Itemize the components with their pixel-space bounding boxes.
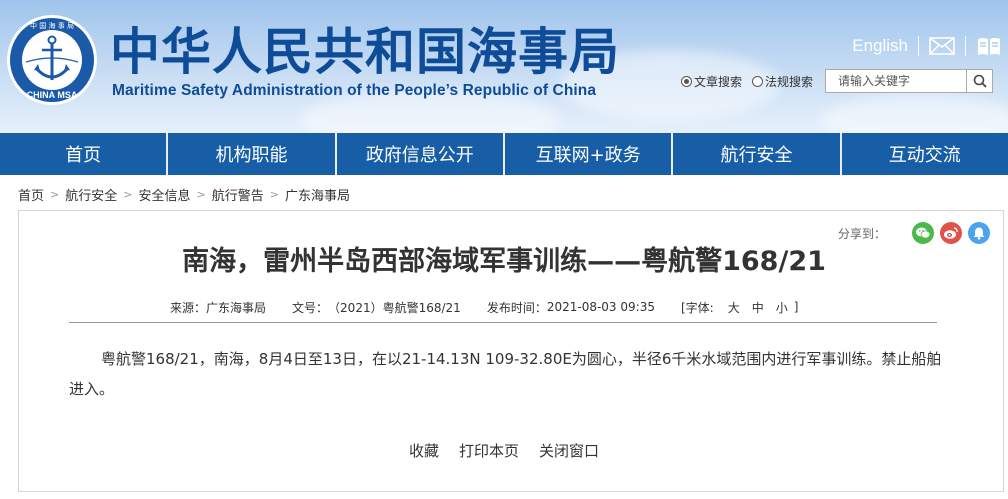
chevron-right-icon: > xyxy=(196,187,206,201)
top-links: English xyxy=(852,34,1002,58)
source-label: 来源： xyxy=(170,300,207,315)
breadcrumb-home[interactable]: 首页 xyxy=(18,185,44,204)
article-meta: 来源： 广东海事局 文号： （2021）粤航警168/21 发布时间： 2021… xyxy=(170,299,798,315)
breadcrumb-safety-info[interactable]: 安全信息 xyxy=(138,185,190,204)
chevron-right-icon: > xyxy=(50,187,60,201)
breadcrumb-guangdong-msa[interactable]: 广东海事局 xyxy=(285,185,350,204)
weibo-icon xyxy=(944,227,958,239)
close-window-link[interactable]: 关闭窗口 xyxy=(539,440,599,461)
radio-label: 法规搜索 xyxy=(765,74,814,89)
main-nav: 首页 机构职能 政府信息公开 互联网+政务 航行安全 互动交流 xyxy=(0,133,1008,175)
radio-dot[interactable] xyxy=(752,75,764,87)
wechat-icon xyxy=(916,227,931,239)
bell-icon xyxy=(973,227,985,240)
doc-number-value: （2021）粤航警168/21 xyxy=(328,300,461,315)
radio-article-search[interactable]: 文章搜索 xyxy=(681,73,742,90)
search-input[interactable] xyxy=(825,69,968,93)
nav-item-navigation-safety[interactable]: 航行安全 xyxy=(673,133,842,175)
divider xyxy=(69,322,937,323)
publish-time-value: 2021-08-03 09:35 xyxy=(546,300,655,314)
nav-item-internet-gov[interactable]: 互联网+政务 xyxy=(505,133,674,175)
favorite-link[interactable]: 收藏 xyxy=(409,440,439,461)
divider xyxy=(918,36,919,56)
site-header: 中 国 海 事 局 CHINA MSA 中华人民共和国海事局 Maritime … xyxy=(0,0,1008,133)
chevron-right-icon: > xyxy=(123,187,133,201)
source-value: 广东海事局 xyxy=(206,300,267,315)
nav-item-home[interactable]: 首页 xyxy=(0,133,169,175)
logo-text-top: 中 国 海 事 局 xyxy=(30,21,74,30)
publish-time-label: 发布时间： xyxy=(486,300,547,315)
breadcrumb: 首页 > 航行安全 > 安全信息 > 航行警告 > 广东海事局 xyxy=(18,185,350,204)
font-size-large[interactable]: 大 xyxy=(728,299,740,316)
search-row: 文章搜索 法规搜索 xyxy=(681,69,994,93)
font-size-small[interactable]: 小 xyxy=(776,299,788,316)
font-size-medium[interactable]: 中 xyxy=(752,299,764,316)
article-body: 粤航警168/21，南海，8月4日至13日，在以21-14.13N 109-32… xyxy=(69,350,942,398)
doc-number-label: 文号： xyxy=(292,300,329,315)
font-size-label: [字体: xyxy=(680,300,714,315)
site-title-en: Maritime Safety Administration of the Pe… xyxy=(112,82,597,99)
book-icon[interactable] xyxy=(976,35,1002,57)
nav-item-interaction[interactable]: 互动交流 xyxy=(842,133,1008,175)
msa-logo[interactable]: 中 国 海 事 局 CHINA MSA xyxy=(6,14,98,106)
article-title: 南海，雷州半岛西部海域军事训练——粤航警168/21 xyxy=(182,246,826,277)
logo-text-bottom: CHINA MSA xyxy=(27,90,78,100)
chevron-right-icon: > xyxy=(269,187,279,201)
font-size-close: ] xyxy=(793,300,799,314)
radio-label: 文章搜索 xyxy=(694,74,743,89)
print-link[interactable]: 打印本页 xyxy=(459,440,519,461)
nav-item-gov-info[interactable]: 政府信息公开 xyxy=(337,133,505,175)
divider xyxy=(965,36,966,56)
radio-law-search[interactable]: 法规搜索 xyxy=(752,73,813,90)
breadcrumb-nav-warning[interactable]: 航行警告 xyxy=(212,185,264,204)
nav-item-functions[interactable]: 机构职能 xyxy=(168,133,337,175)
mail-icon[interactable] xyxy=(929,36,955,56)
site-title-cn: 中华人民共和国海事局 xyxy=(110,23,620,81)
radio-dot-checked[interactable] xyxy=(681,75,692,87)
article-actions: 收藏 打印本页 关闭窗口 xyxy=(0,440,1008,461)
search-icon xyxy=(973,74,987,88)
breadcrumb-navigation-safety[interactable]: 航行安全 xyxy=(65,185,117,204)
english-link[interactable]: English xyxy=(852,36,908,56)
search-button[interactable] xyxy=(967,69,994,93)
